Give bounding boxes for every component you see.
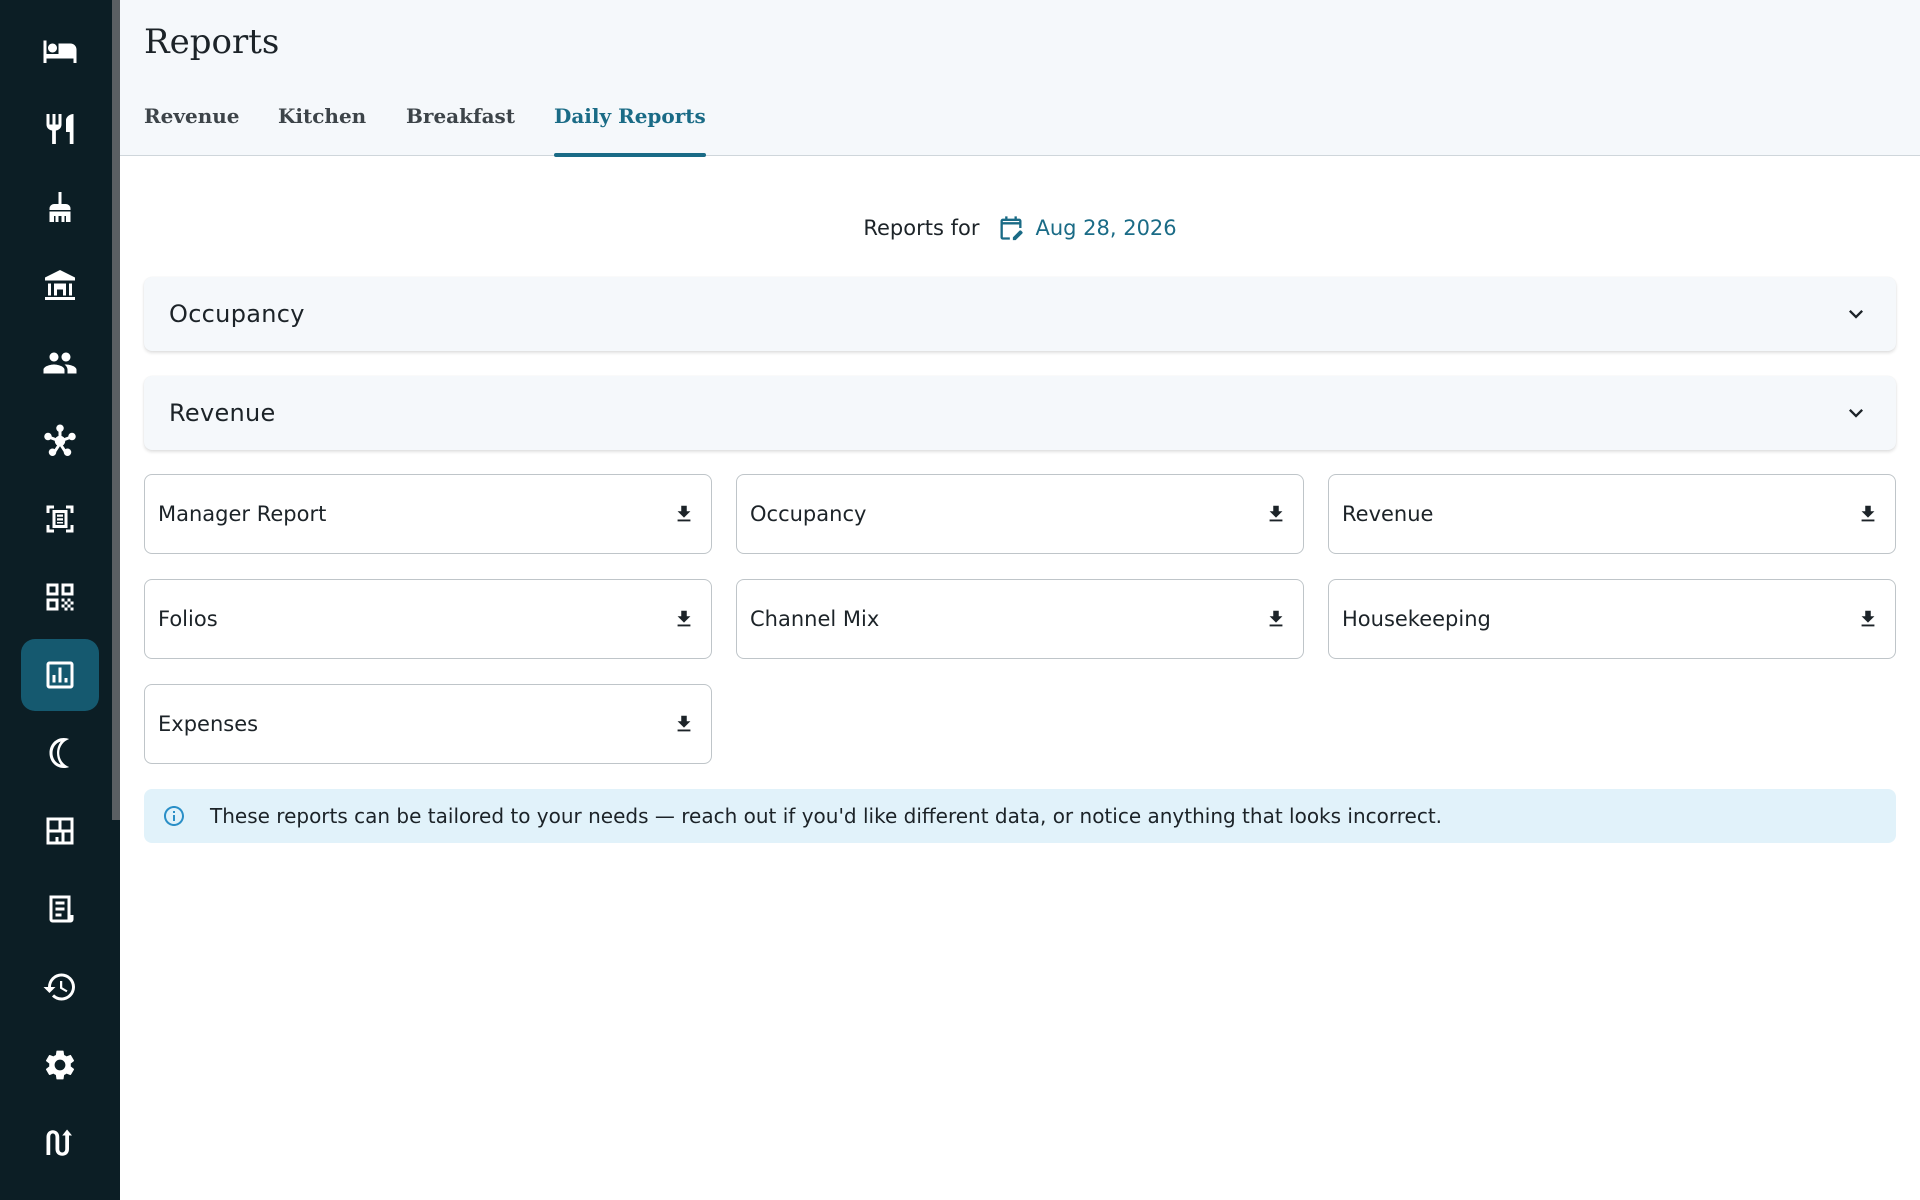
report-label: Manager Report — [158, 502, 327, 526]
chevron-down-icon — [1849, 310, 1863, 319]
hub-icon — [44, 424, 76, 456]
chevron-down-icon — [1849, 409, 1863, 418]
sidebar-item-housekeeping[interactable] — [21, 171, 99, 243]
sidebar-item-finance[interactable] — [21, 249, 99, 321]
info-banner: These reports can be tailored to your ne… — [144, 789, 1896, 843]
report-label: Revenue — [1342, 502, 1434, 526]
date-label: Reports for — [863, 216, 980, 240]
sidebar-item-settings[interactable] — [21, 1029, 99, 1101]
reports-chart-icon — [46, 661, 74, 689]
report-label: Folios — [158, 607, 218, 631]
restaurant-icon — [46, 114, 74, 144]
sidebar-item-brand[interactable] — [21, 1107, 99, 1179]
sidebar-item-restaurant[interactable] — [21, 93, 99, 165]
page-title: Reports — [144, 22, 280, 62]
report-card-expenses[interactable]: Expenses — [144, 684, 712, 764]
download-icon — [1269, 505, 1283, 522]
report-label: Occupancy — [750, 502, 867, 526]
sidebar-item-floor-plan[interactable] — [21, 795, 99, 867]
download-icon — [677, 610, 691, 627]
scan-document-icon — [46, 505, 74, 533]
sidebar-item-guests[interactable] — [21, 327, 99, 399]
bed-icon — [43, 40, 77, 63]
tab-breakfast[interactable]: Breakfast — [406, 104, 515, 156]
bank-icon — [45, 270, 75, 300]
tab-daily-reports[interactable]: Daily Reports — [554, 104, 706, 157]
download-icon — [677, 715, 691, 732]
sidebar-item-history[interactable] — [21, 951, 99, 1023]
accordion-title: Occupancy — [169, 300, 305, 328]
date-picker[interactable]: Aug 28, 2026 — [997, 214, 1177, 242]
sidebar — [0, 0, 120, 1200]
receipt-icon — [49, 895, 74, 923]
report-card-folios[interactable]: Folios — [144, 579, 712, 659]
sidebar-item-reports[interactable] — [21, 639, 99, 711]
people-icon — [43, 352, 77, 374]
report-card-revenue[interactable]: Revenue — [1328, 474, 1896, 554]
sidebar-item-invoices[interactable] — [21, 873, 99, 945]
sidebar-item-documents[interactable] — [21, 483, 99, 555]
download-icon — [677, 505, 691, 522]
settings-gear-icon — [45, 1050, 75, 1080]
sidebar-scrollbar[interactable] — [112, 0, 120, 820]
info-text: These reports can be tailored to your ne… — [210, 804, 1443, 828]
tab-kitchen[interactable]: Kitchen — [278, 104, 366, 156]
download-icon — [1861, 505, 1875, 522]
download-icon — [1861, 610, 1875, 627]
report-card-housekeeping[interactable]: Housekeeping — [1328, 579, 1896, 659]
accordion-revenue[interactable]: Revenue — [144, 376, 1896, 450]
cleaning-icon — [49, 192, 71, 222]
sidebar-item-integrations[interactable] — [21, 405, 99, 477]
moon-icon — [49, 738, 70, 768]
report-card-occupancy[interactable]: Occupancy — [736, 474, 1304, 554]
page-header: Reports Revenue Kitchen Breakfast Daily … — [120, 0, 1920, 157]
sidebar-item-rooms[interactable] — [21, 15, 99, 87]
accordion-title: Revenue — [169, 399, 276, 427]
sidebar-item-qr[interactable] — [21, 561, 99, 633]
tab-revenue[interactable]: Revenue — [144, 104, 240, 156]
calendar-edit-icon — [1000, 216, 1024, 241]
info-icon — [164, 806, 184, 826]
report-card-manager-report[interactable]: Manager Report — [144, 474, 712, 554]
sidebar-item-night-audit[interactable] — [21, 717, 99, 789]
report-label: Channel Mix — [750, 607, 880, 631]
report-label: Housekeeping — [1342, 607, 1491, 631]
download-icon — [1269, 610, 1283, 627]
report-card-channel-mix[interactable]: Channel Mix — [736, 579, 1304, 659]
floor-plan-icon — [46, 817, 74, 845]
logo-icon — [46, 1129, 72, 1156]
date-row: Reports for Aug 28, 2026 — [120, 214, 1920, 242]
accordion-occupancy[interactable]: Occupancy — [144, 277, 1896, 351]
qr-code-icon — [46, 583, 74, 611]
history-icon — [43, 973, 75, 1001]
report-label: Expenses — [158, 712, 259, 736]
date-value: Aug 28, 2026 — [1035, 216, 1177, 240]
